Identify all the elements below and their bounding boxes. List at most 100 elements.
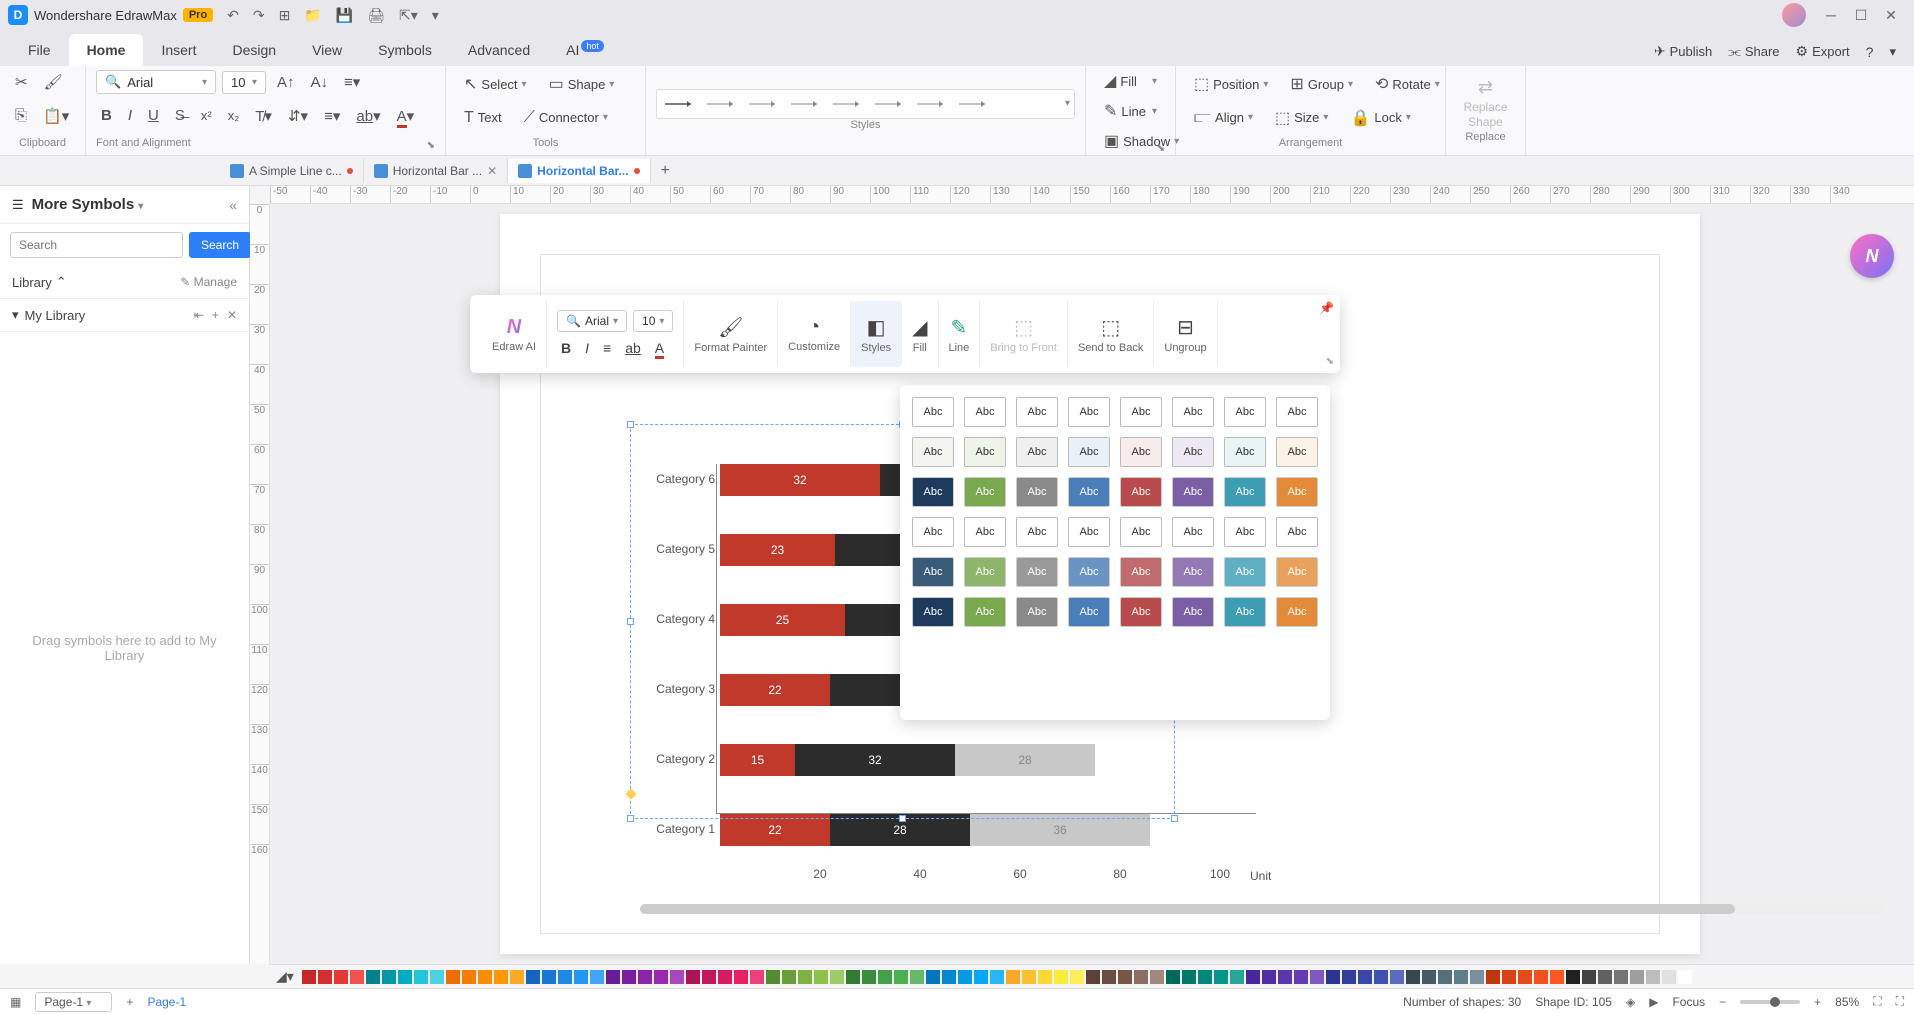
style-swatch[interactable]: Abc bbox=[964, 517, 1006, 547]
style-swatch[interactable]: Abc bbox=[1120, 397, 1162, 427]
float-fill-button[interactable]: ◢ Fill bbox=[902, 301, 938, 367]
group-button[interactable]: ⊞Group▾ bbox=[1282, 70, 1361, 98]
color-swatch[interactable] bbox=[430, 970, 444, 984]
float-italic-icon[interactable]: I bbox=[581, 338, 593, 358]
publish-button[interactable]: ✈Publish bbox=[1646, 37, 1720, 66]
color-swatch[interactable] bbox=[638, 970, 652, 984]
font-color-icon[interactable]: A▾ bbox=[392, 104, 420, 128]
color-swatch[interactable] bbox=[1342, 970, 1356, 984]
color-swatch[interactable] bbox=[1582, 970, 1596, 984]
float-line-button[interactable]: ✎ Line bbox=[939, 301, 981, 367]
color-swatch[interactable] bbox=[1614, 970, 1628, 984]
position-button[interactable]: ⬚Position▾ bbox=[1186, 70, 1276, 98]
zoom-slider[interactable] bbox=[1740, 1000, 1800, 1004]
arrow-styles-gallery[interactable]: ▾ bbox=[656, 89, 1075, 119]
menu-insert[interactable]: Insert bbox=[143, 34, 214, 66]
color-swatch[interactable] bbox=[1534, 970, 1548, 984]
float-align-icon[interactable]: ≡ bbox=[599, 338, 615, 358]
style-swatch[interactable]: Abc bbox=[1120, 437, 1162, 467]
color-swatch[interactable] bbox=[1022, 970, 1036, 984]
style-swatch[interactable]: Abc bbox=[1068, 557, 1110, 587]
style-swatch[interactable]: Abc bbox=[912, 557, 954, 587]
color-swatch[interactable] bbox=[750, 970, 764, 984]
color-swatch[interactable] bbox=[766, 970, 780, 984]
color-swatch[interactable] bbox=[574, 970, 588, 984]
color-swatch[interactable] bbox=[462, 970, 476, 984]
export-button[interactable]: ⚙Export bbox=[1788, 37, 1858, 66]
close-button[interactable]: ✕ bbox=[1876, 7, 1906, 24]
color-swatch[interactable] bbox=[1518, 970, 1532, 984]
underline-icon[interactable]: U bbox=[143, 104, 164, 127]
color-swatch[interactable] bbox=[558, 970, 572, 984]
color-swatch[interactable] bbox=[1646, 970, 1660, 984]
panel-toggle-button[interactable]: ▾ bbox=[1881, 38, 1904, 66]
color-swatch[interactable] bbox=[974, 970, 988, 984]
color-swatch[interactable] bbox=[1278, 970, 1292, 984]
color-swatch[interactable] bbox=[1390, 970, 1404, 984]
color-swatch[interactable] bbox=[1406, 970, 1420, 984]
menu-advanced[interactable]: Advanced bbox=[450, 34, 548, 66]
menu-symbols[interactable]: Symbols bbox=[360, 34, 450, 66]
doc-tab-0[interactable]: A Simple Line c... bbox=[220, 159, 364, 183]
pin-icon[interactable]: 📌 bbox=[1319, 301, 1334, 315]
color-swatch[interactable] bbox=[1502, 970, 1516, 984]
color-swatch[interactable] bbox=[1118, 970, 1132, 984]
color-swatch[interactable] bbox=[542, 970, 556, 984]
color-swatch[interactable] bbox=[782, 970, 796, 984]
color-swatch[interactable] bbox=[1230, 970, 1244, 984]
zoom-out-icon[interactable]: − bbox=[1719, 995, 1726, 1009]
color-swatch[interactable] bbox=[510, 970, 524, 984]
line-spacing-icon[interactable]: ⇵▾ bbox=[283, 104, 313, 128]
redo-icon[interactable]: ↷ bbox=[253, 7, 265, 24]
arrow-style-1[interactable] bbox=[661, 94, 697, 114]
arrow-style-8[interactable] bbox=[955, 94, 991, 114]
style-swatch[interactable]: Abc bbox=[1016, 477, 1058, 507]
float-textcase-icon[interactable]: ab bbox=[621, 338, 645, 358]
minimize-button[interactable]: ─ bbox=[1816, 7, 1846, 23]
color-swatch[interactable] bbox=[926, 970, 940, 984]
focus-label[interactable]: Focus bbox=[1672, 995, 1705, 1009]
style-swatch[interactable]: Abc bbox=[912, 397, 954, 427]
page-selector[interactable]: Page-1 ▾ bbox=[35, 992, 112, 1012]
send-to-back-button[interactable]: ⬚ Send to Back bbox=[1068, 301, 1154, 367]
help-button[interactable]: ? bbox=[1858, 38, 1882, 66]
font-grow-icon[interactable]: A↑ bbox=[272, 71, 300, 94]
color-swatch[interactable] bbox=[1182, 970, 1196, 984]
sidebar-title[interactable]: More Symbols▾ bbox=[32, 196, 222, 213]
style-swatch[interactable]: Abc bbox=[1172, 437, 1214, 467]
text-tool[interactable]: TText bbox=[456, 105, 510, 131]
color-swatch[interactable] bbox=[606, 970, 620, 984]
style-swatch[interactable]: Abc bbox=[1016, 557, 1058, 587]
color-swatch[interactable] bbox=[526, 970, 540, 984]
symbol-search-button[interactable]: Search bbox=[189, 232, 251, 258]
color-swatch[interactable] bbox=[382, 970, 396, 984]
arrow-style-7[interactable] bbox=[913, 94, 949, 114]
style-swatch[interactable]: Abc bbox=[1172, 597, 1214, 627]
color-swatch[interactable] bbox=[1438, 970, 1452, 984]
style-swatch[interactable]: Abc bbox=[1172, 517, 1214, 547]
connector-tool[interactable]: ⟋Connector▾ bbox=[516, 105, 616, 131]
color-swatch[interactable] bbox=[1678, 970, 1692, 984]
maximize-button[interactable]: ☐ bbox=[1846, 7, 1876, 24]
font-shrink-icon[interactable]: A↓ bbox=[306, 71, 334, 94]
arrow-style-4[interactable] bbox=[787, 94, 823, 114]
color-swatch[interactable] bbox=[1006, 970, 1020, 984]
color-swatch[interactable] bbox=[1150, 970, 1164, 984]
color-swatch[interactable] bbox=[878, 970, 892, 984]
line-button[interactable]: ✎Line▾ bbox=[1096, 97, 1165, 125]
color-swatch[interactable] bbox=[686, 970, 700, 984]
arrow-style-3[interactable] bbox=[745, 94, 781, 114]
import-icon[interactable]: ⇤ bbox=[194, 308, 204, 322]
page-link[interactable]: Page-1 bbox=[147, 995, 186, 1009]
color-swatch[interactable] bbox=[1454, 970, 1468, 984]
fullscreen-icon[interactable]: ⛶ bbox=[1896, 994, 1904, 1009]
color-swatch[interactable] bbox=[398, 970, 412, 984]
zoom-in-icon[interactable]: + bbox=[1814, 995, 1821, 1009]
bold-icon[interactable]: B bbox=[96, 104, 117, 127]
style-swatch[interactable]: Abc bbox=[912, 597, 954, 627]
style-swatch[interactable]: Abc bbox=[1224, 477, 1266, 507]
save-icon[interactable]: 💾 bbox=[336, 7, 353, 24]
undo-icon[interactable]: ↶ bbox=[227, 7, 239, 24]
add-tab-button[interactable]: + bbox=[651, 157, 680, 185]
color-swatch[interactable] bbox=[1214, 970, 1228, 984]
